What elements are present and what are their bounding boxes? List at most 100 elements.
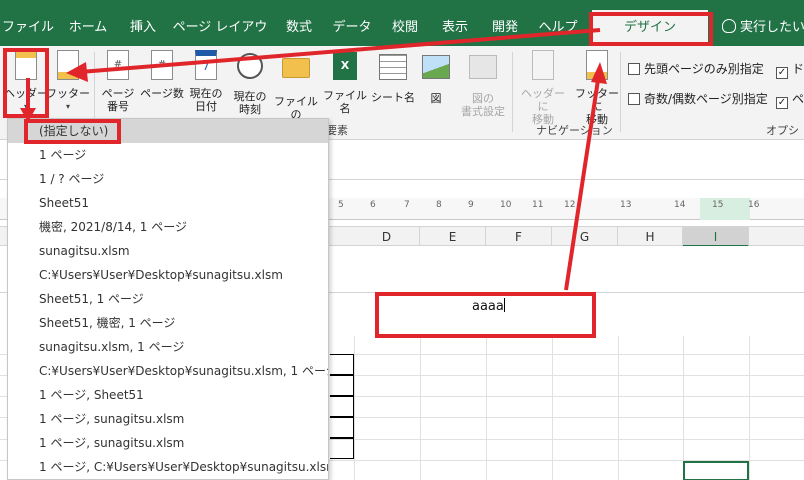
go-to-header-icon [529, 50, 557, 84]
header-dropdown-menu: (指定しない) 1 ページ 1 / ? ページ Sheet51 機密, 2021… [7, 118, 329, 480]
ruler-tick: 12 [564, 200, 576, 210]
title-strip [0, 0, 804, 10]
odd-even-label: 奇数/偶数ページ別指定 [644, 92, 768, 106]
excel-file-icon: X [331, 52, 359, 86]
header-option[interactable]: Sheet51 [8, 191, 328, 215]
folder-icon [282, 58, 310, 92]
ruler-tick: 16 [748, 200, 760, 210]
column-header-h[interactable]: H [618, 227, 683, 247]
active-cell[interactable] [683, 461, 749, 480]
picture-icon [422, 55, 450, 89]
footer-page-icon [54, 50, 82, 84]
file-name-button[interactable]: X ファイル名 [320, 50, 370, 115]
tab-file[interactable]: ファイル [0, 10, 56, 46]
chevron-down-icon: ▾ [65, 102, 70, 111]
tab-developer[interactable]: 開発 [482, 10, 528, 46]
annotation-box-none-option [24, 119, 121, 144]
current-date-label: 現在の 日付 [189, 87, 223, 113]
header-option[interactable]: 1 / ? ページ [8, 167, 328, 191]
clock-icon [236, 53, 264, 87]
group-divider [620, 52, 621, 132]
tell-me-search[interactable]: 実行したい作 [722, 10, 804, 46]
annotation-box-header-button [3, 48, 49, 118]
calendar-icon: 7 [192, 50, 220, 84]
scale-with-document-label: ド [792, 62, 804, 76]
go-to-header-button[interactable]: ヘッダーに 移動 [516, 50, 570, 126]
header-option[interactable]: C:¥Users¥User¥Desktop¥sunagitsu.xlsm, 1 … [8, 359, 328, 383]
ruler-tick: 7 [404, 200, 410, 210]
bordered-cell [330, 417, 354, 438]
tab-help[interactable]: ヘルプ [532, 10, 584, 46]
format-picture-label: 図の 書式設定 [461, 92, 505, 118]
page-count-button[interactable]: # ページ数 [140, 50, 184, 100]
grid-line [749, 336, 750, 480]
first-page-option[interactable]: 先頭ページのみ別指定 [628, 60, 764, 77]
picture-button[interactable]: 図 [416, 50, 456, 105]
header-option[interactable]: 1 ページ, sunagitsu.xlsm [8, 407, 328, 431]
format-picture-button[interactable]: 図の 書式設定 [458, 50, 508, 118]
go-to-header-label: ヘッダーに 移動 [521, 87, 565, 126]
header-option[interactable]: sunagitsu.xlsm, 1 ページ [8, 335, 328, 359]
lightbulb-icon [722, 19, 736, 33]
checkbox-icon[interactable] [628, 93, 640, 105]
go-to-footer-label: フッターに 移動 [575, 87, 619, 126]
grid-line [683, 336, 684, 480]
sheet-name-button[interactable]: シート名 [370, 50, 416, 104]
group-divider [512, 52, 513, 132]
header-option[interactable]: C:¥Users¥User¥Desktop¥sunagitsu.xlsm [8, 263, 328, 287]
align-margins-option[interactable]: ✓ ペ [776, 90, 804, 109]
annotation-box-design-tab [589, 12, 713, 46]
footer-button[interactable]: フッター ▾ [46, 50, 90, 113]
bordered-cell [330, 375, 354, 396]
scale-with-document-option[interactable]: ✓ ド [776, 60, 804, 79]
grid-line [552, 336, 553, 480]
checkbox-icon[interactable]: ✓ [776, 97, 788, 109]
grid-line [354, 336, 355, 480]
header-option[interactable]: 1 ページ, sunagitsu.xlsm [8, 431, 328, 455]
header-option[interactable]: 1 ページ, Sheet51 [8, 383, 328, 407]
tab-insert[interactable]: 挿入 [120, 10, 166, 46]
tab-home[interactable]: ホーム [60, 10, 116, 46]
page-number-button[interactable]: # ページ 番号 [96, 50, 140, 113]
column-header-i[interactable]: I [683, 227, 749, 247]
bordered-cell [330, 438, 354, 459]
tab-view[interactable]: 表示 [432, 10, 478, 46]
tab-page-layout[interactable]: ページ レイアウト [170, 10, 270, 71]
go-to-footer-button[interactable]: フッターに 移動 [570, 50, 624, 126]
tab-data[interactable]: データ [326, 10, 378, 46]
bordered-cell [330, 354, 354, 375]
current-time-label: 現在の 時刻 [233, 90, 267, 116]
ruler-tick: 11 [532, 200, 544, 210]
page-count-label: ページ数 [140, 87, 184, 100]
column-header-d[interactable]: D [354, 227, 420, 247]
grid-line [618, 336, 619, 480]
odd-even-option[interactable]: 奇数/偶数ページ別指定 [628, 90, 768, 107]
column-header-f[interactable]: F [486, 227, 552, 247]
checkbox-icon[interactable] [628, 63, 640, 75]
header-option[interactable]: 1 ページ [8, 143, 328, 167]
tab-formulas[interactable]: 数式 [276, 10, 322, 46]
ruler-tick: 15 [712, 200, 724, 210]
current-time-button[interactable]: 現在の 時刻 [228, 50, 272, 116]
header-option[interactable]: 機密, 2021/8/14, 1 ページ [8, 215, 328, 239]
header-option[interactable]: Sheet51, 1 ページ [8, 287, 328, 311]
tab-review[interactable]: 校閲 [382, 10, 428, 46]
ruler-tick: 13 [620, 200, 632, 210]
ruler-tick: 5 [338, 200, 344, 210]
first-page-label: 先頭ページのみ別指定 [644, 62, 764, 76]
grid-line [420, 336, 421, 480]
header-option[interactable]: sunagitsu.xlsm [8, 239, 328, 263]
format-picture-icon [469, 55, 497, 89]
checkbox-icon[interactable]: ✓ [776, 67, 788, 79]
sheet-grid-icon [379, 54, 407, 88]
column-header-g[interactable]: G [552, 227, 618, 247]
group-label-elements: 要素 [326, 124, 348, 137]
column-header-e[interactable]: E [420, 227, 486, 247]
header-option[interactable]: 1 ページ, C:¥Users¥User¥Desktop¥sunagitsu.x… [8, 455, 328, 479]
ruler-tick: 8 [436, 200, 442, 210]
tell-me-label: 実行したい作 [740, 20, 804, 35]
current-date-button[interactable]: 7 現在の 日付 [184, 50, 228, 113]
go-to-footer-icon [583, 50, 611, 84]
header-option[interactable]: Sheet51, 機密, 1 ページ [8, 311, 328, 335]
ruler-tick: 10 [500, 200, 512, 210]
